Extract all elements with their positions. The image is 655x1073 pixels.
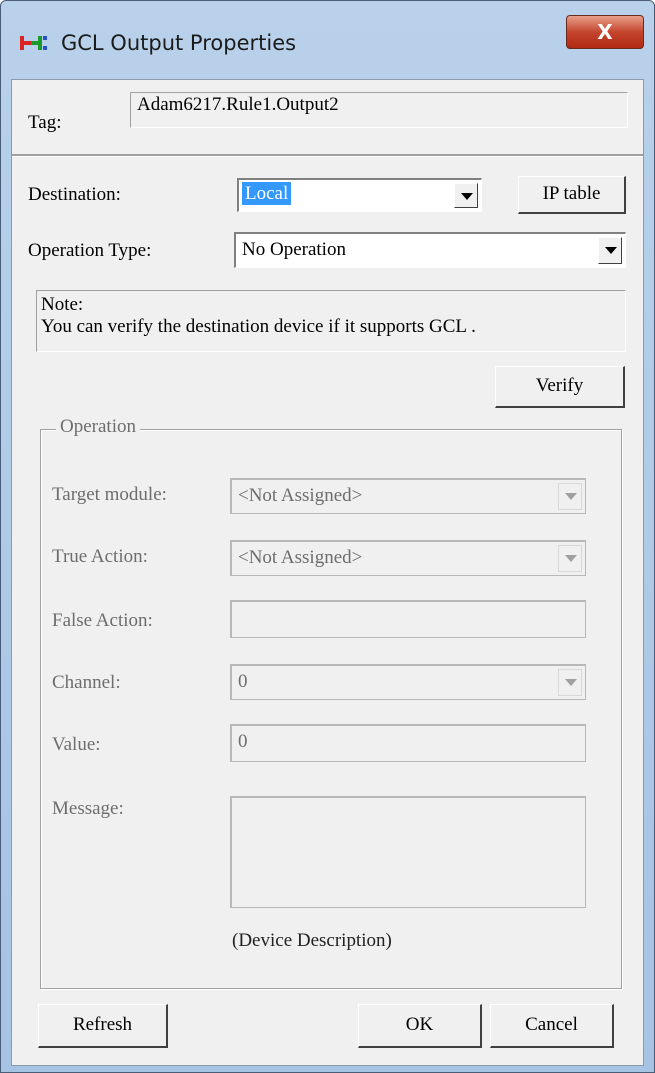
note-title: Note:: [41, 294, 84, 315]
destination-value: Local: [242, 182, 292, 205]
channel-value: 0: [238, 671, 248, 692]
note-text: You can verify the destination device if…: [41, 316, 476, 337]
false-action-label: False Action:: [52, 610, 153, 631]
channel-dropdown-arrow-icon[interactable]: [558, 669, 582, 696]
tag-value: Adam6217.Rule1.Output2: [130, 92, 628, 128]
true-action-dropdown-arrow-icon[interactable]: [558, 545, 582, 572]
target-module-select[interactable]: <Not Assigned>: [230, 478, 586, 514]
destination-select[interactable]: Local: [237, 178, 482, 212]
dialog-window: GCL Output Properties X Tag: Adam6217.Ru…: [0, 0, 655, 1073]
operation-type-select[interactable]: No Operation: [234, 232, 626, 268]
cancel-button[interactable]: Cancel: [490, 1004, 614, 1048]
message-textarea[interactable]: [230, 796, 586, 908]
true-action-label: True Action:: [52, 546, 148, 567]
true-action-select[interactable]: <Not Assigned>: [230, 540, 586, 576]
ok-button[interactable]: OK: [358, 1004, 482, 1048]
target-module-value: <Not Assigned>: [238, 485, 363, 506]
ip-table-button[interactable]: IP table: [518, 176, 626, 214]
device-description-label: (Device Description): [232, 930, 392, 951]
operation-type-dropdown-arrow-icon[interactable]: [598, 237, 622, 264]
true-action-value: <Not Assigned>: [238, 547, 363, 568]
refresh-button[interactable]: Refresh: [38, 1004, 168, 1048]
message-label: Message:: [52, 798, 124, 819]
close-button[interactable]: X: [566, 15, 644, 49]
note-box: Note: You can verify the destination dev…: [36, 290, 626, 352]
tag-panel: Tag: Adam6217.Rule1.Output2: [12, 80, 643, 156]
window-title: GCL Output Properties: [61, 31, 297, 55]
title-bar: GCL Output Properties X: [1, 1, 654, 81]
target-module-dropdown-arrow-icon[interactable]: [558, 483, 582, 510]
operation-type-label: Operation Type:: [28, 240, 152, 261]
destination-label: Destination:: [28, 184, 121, 205]
operation-type-value: No Operation: [242, 239, 346, 260]
false-action-input[interactable]: [230, 600, 586, 638]
destination-dropdown-arrow-icon[interactable]: [454, 183, 478, 208]
tag-label: Tag:: [28, 112, 62, 133]
operation-group-label: Operation: [56, 416, 140, 438]
channel-label: Channel:: [52, 672, 121, 693]
channel-select[interactable]: 0: [230, 664, 586, 700]
target-module-label: Target module:: [52, 484, 167, 505]
gcl-app-icon: [20, 36, 47, 50]
verify-button[interactable]: Verify: [495, 366, 625, 408]
dialog-client: Tag: Adam6217.Rule1.Output2 Destination:…: [11, 79, 644, 1066]
value-input[interactable]: 0: [230, 724, 586, 762]
value-label: Value:: [52, 734, 101, 755]
